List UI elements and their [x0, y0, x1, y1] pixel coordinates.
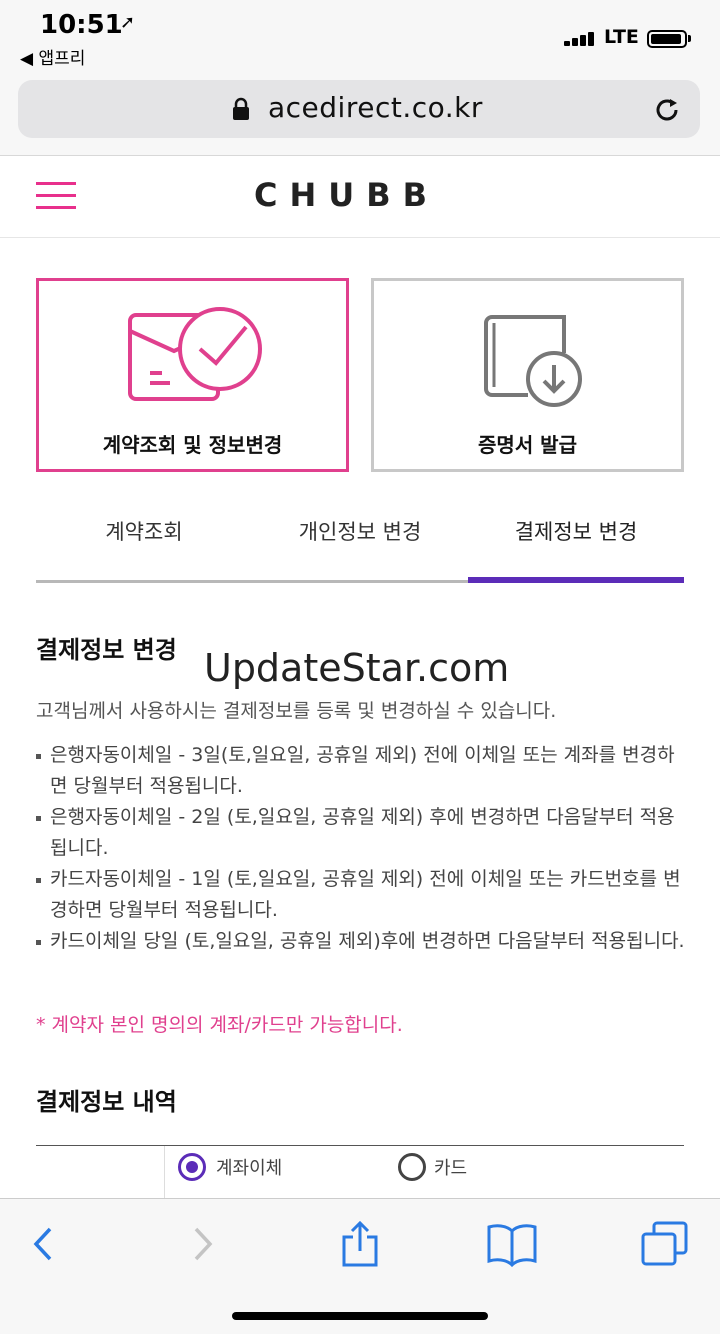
chubb-logo[interactable]: CHUBB	[254, 176, 439, 214]
status-bar: 10:51 ➚ ◀ 앱프리 LTE	[0, 0, 720, 72]
card-label: 계약조회 및 정보변경	[102, 433, 283, 457]
back-icon[interactable]	[28, 1221, 58, 1267]
radio-bank-transfer[interactable]	[178, 1153, 206, 1181]
document-check-icon	[127, 307, 262, 401]
card-label: 증명서 발급	[478, 433, 577, 457]
clock: 10:51	[40, 10, 123, 40]
bookmarks-icon[interactable]	[486, 1221, 538, 1267]
rules-list: 은행자동이체일 - 3일(토,일요일, 공휴일 제외) 전에 이체일 또는 계좌…	[36, 740, 686, 957]
radio-label-bank-transfer[interactable]: 계좌이체	[216, 1154, 282, 1180]
url-bar[interactable]: acedirect.co.kr	[18, 80, 700, 138]
notice-text: * 계약자 본인 명의의 계좌/카드만 가능합니다.	[36, 1014, 403, 1036]
history-title: 결제정보 내역	[36, 1088, 177, 1116]
section-description: 고객님께서 사용하시는 결제정보를 등록 및 변경하실 수 있습니다.	[36, 700, 557, 722]
tab-payment-info[interactable]: 결제정보 변경	[468, 510, 684, 580]
book-download-icon	[483, 315, 582, 407]
list-item: 카드자동이체일 - 1일 (토,일요일, 공휴일 제외) 전에 이체일 또는 카…	[36, 864, 686, 926]
watermark: UpdateStar.com	[204, 646, 510, 690]
list-item: 은행자동이체일 - 2일 (토,일요일, 공휴일 제외) 후에 변경하면 다음달…	[36, 802, 686, 864]
lock-icon	[233, 97, 249, 120]
radio-card[interactable]	[398, 1153, 426, 1181]
card-contract-inquiry[interactable]: 계약조회 및 정보변경	[36, 278, 349, 472]
back-to-app-link[interactable]: ◀ 앱프리	[20, 44, 85, 69]
location-arrow-icon: ➚	[120, 12, 136, 33]
radio-label-card[interactable]: 카드	[434, 1154, 467, 1180]
table-column-divider	[164, 1146, 165, 1200]
share-icon[interactable]	[340, 1221, 380, 1269]
list-item: 카드이체일 당일 (토,일요일, 공휴일 제외)후에 변경하면 다음달부터 적용…	[36, 926, 686, 957]
site-header: CHUBB	[0, 156, 720, 238]
tab-active-indicator	[468, 577, 684, 583]
browser-url-bar-area: acedirect.co.kr	[0, 72, 720, 156]
network-type: LTE	[604, 26, 639, 48]
section-title: 결제정보 변경	[36, 636, 177, 664]
forward-icon[interactable]	[188, 1221, 218, 1267]
card-certificate-issue[interactable]: 증명서 발급	[371, 278, 684, 472]
table-top-border	[36, 1145, 684, 1146]
list-item: 은행자동이체일 - 3일(토,일요일, 공휴일 제외) 전에 이체일 또는 계좌…	[36, 740, 686, 802]
signal-icon	[564, 32, 598, 46]
url-text: acedirect.co.kr	[268, 91, 483, 124]
tab-bar: 계약조회 개인정보 변경 결제정보 변경	[36, 510, 684, 584]
reload-icon[interactable]	[652, 95, 682, 125]
menu-icon[interactable]	[36, 182, 76, 210]
tabs-icon[interactable]	[640, 1221, 690, 1267]
home-indicator	[232, 1312, 488, 1320]
battery-icon	[647, 30, 687, 48]
tab-personal-info[interactable]: 개인정보 변경	[252, 510, 468, 580]
battery-tip	[688, 35, 691, 42]
tab-contract-inquiry[interactable]: 계약조회	[36, 510, 252, 580]
